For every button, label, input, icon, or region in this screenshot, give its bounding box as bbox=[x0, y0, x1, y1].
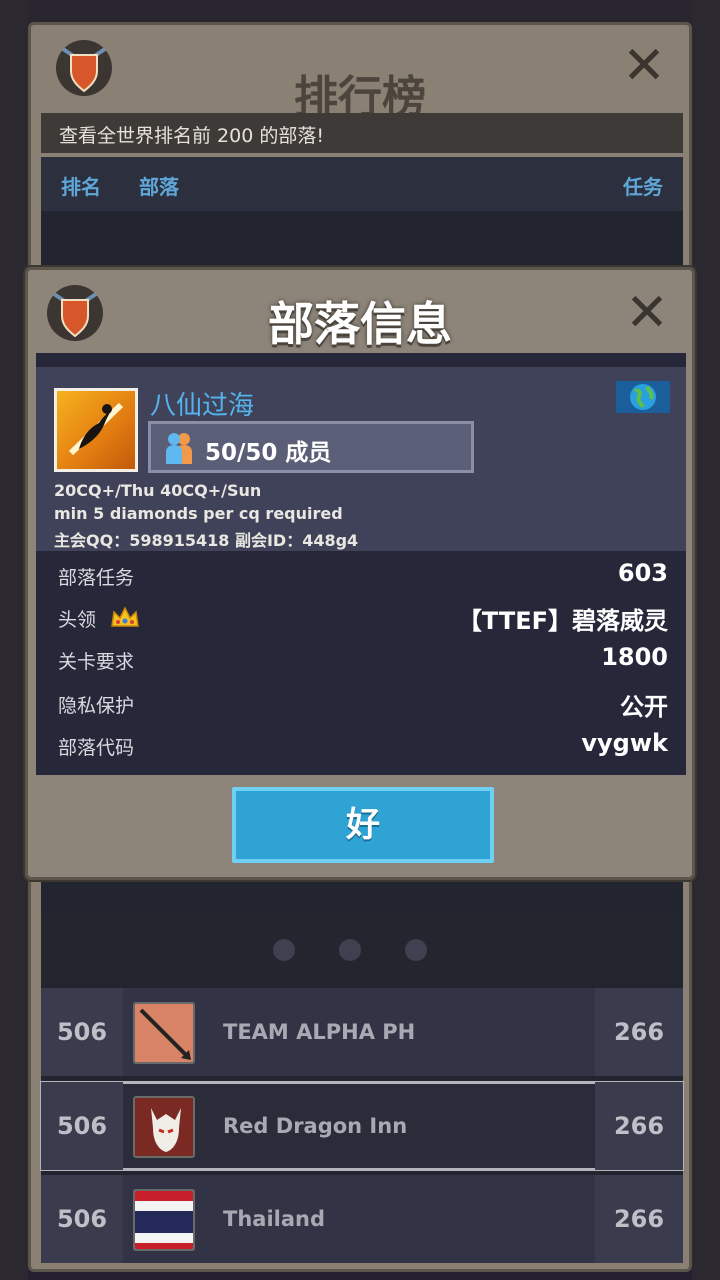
tribe-description-line: min 5 diamonds per cq required bbox=[54, 504, 343, 523]
stat-value: 公开 bbox=[620, 693, 668, 721]
ok-button[interactable]: 好 bbox=[232, 787, 494, 863]
table-row[interactable]: 506 TEAM ALPHA PH 266 bbox=[41, 988, 683, 1076]
members-icon bbox=[166, 433, 192, 464]
close-icon[interactable]: ✕ bbox=[621, 40, 667, 92]
page-dot bbox=[405, 939, 427, 961]
stat-leader: 头领 【TTEF】碧落威灵 bbox=[58, 597, 668, 637]
tribe-name[interactable]: 八仙过海 bbox=[150, 385, 254, 422]
column-missions: 任务 bbox=[623, 175, 663, 199]
stat-value: 【TTEF】碧落威灵 bbox=[457, 607, 668, 635]
stat-label: 部落代码 bbox=[58, 737, 135, 759]
page-dot bbox=[273, 939, 295, 961]
row-name: Red Dragon Inn bbox=[223, 1114, 408, 1138]
page-indicator bbox=[41, 913, 683, 985]
ninja-emblem-icon bbox=[54, 388, 138, 472]
page-dot bbox=[339, 939, 361, 961]
row-score: 266 bbox=[595, 1175, 683, 1263]
background-edge-left bbox=[0, 0, 28, 1280]
tribe-summary: 八仙过海 50/50 成员 20CQ+/Thu 40CQ+/Sun min 5 … bbox=[36, 367, 686, 551]
stat-tribe-code: 部落代码 vygwk bbox=[58, 725, 668, 765]
row-score: 266 bbox=[595, 1082, 683, 1170]
dialog-title: 部落信息 bbox=[268, 297, 452, 351]
leaderboard-header: 排名 部落 任务 bbox=[41, 157, 683, 211]
stat-value: 603 bbox=[617, 559, 668, 587]
tribe-info-card: 八仙过海 50/50 成员 20CQ+/Thu 40CQ+/Sun min 5 … bbox=[36, 353, 686, 775]
row-rank: 506 bbox=[41, 1082, 123, 1170]
row-name: Thailand bbox=[223, 1207, 325, 1231]
members-count: 50/50 成员 bbox=[205, 440, 332, 466]
stat-privacy: 隐私保护 公开 bbox=[58, 683, 668, 723]
spear-icon bbox=[133, 1002, 195, 1064]
stat-label: 部落任务 bbox=[58, 567, 135, 589]
row-rank: 506 bbox=[41, 1175, 123, 1263]
members-count-box: 50/50 成员 bbox=[148, 421, 474, 473]
tribe-description-line: 20CQ+/Thu 40CQ+/Sun bbox=[54, 481, 262, 500]
table-row[interactable]: 506 Red Dragon Inn 266 bbox=[40, 1081, 684, 1171]
column-tribe: 部落 bbox=[139, 175, 179, 199]
leaderboard-subtitle: 查看全世界排名前 200 的部落! bbox=[41, 113, 683, 153]
stat-value: 1800 bbox=[601, 643, 668, 671]
column-rank: 排名 bbox=[61, 175, 101, 199]
stat-label: 头领 bbox=[58, 609, 97, 631]
background-edge-right bbox=[692, 0, 720, 1280]
thailand-flag-icon bbox=[133, 1189, 195, 1251]
stat-value[interactable]: vygwk bbox=[581, 729, 668, 757]
row-score: 266 bbox=[595, 988, 683, 1076]
globe-flag-icon bbox=[616, 381, 670, 413]
close-icon[interactable]: ✕ bbox=[624, 287, 670, 339]
stat-level-requirement: 关卡要求 1800 bbox=[58, 639, 668, 679]
row-rank: 506 bbox=[41, 988, 123, 1076]
row-name: TEAM ALPHA PH bbox=[223, 1020, 416, 1044]
demon-mask-icon bbox=[133, 1096, 195, 1158]
stat-label-wrap: 头领 bbox=[58, 605, 140, 632]
tribe-description-line: 主会QQ：598915418 副会ID：448g4 bbox=[54, 531, 359, 550]
stat-label: 关卡要求 bbox=[58, 651, 135, 673]
stat-missions: 部落任务 603 bbox=[58, 555, 668, 595]
stat-label: 隐私保护 bbox=[58, 695, 135, 717]
tribe-info-dialog: 部落信息 ✕ 八仙过海 50/50 成员 20CQ+/Thu 40CQ+/Sun… bbox=[25, 267, 695, 880]
crown-icon bbox=[111, 606, 139, 627]
table-row[interactable]: 506 Thailand 266 bbox=[41, 1175, 683, 1263]
